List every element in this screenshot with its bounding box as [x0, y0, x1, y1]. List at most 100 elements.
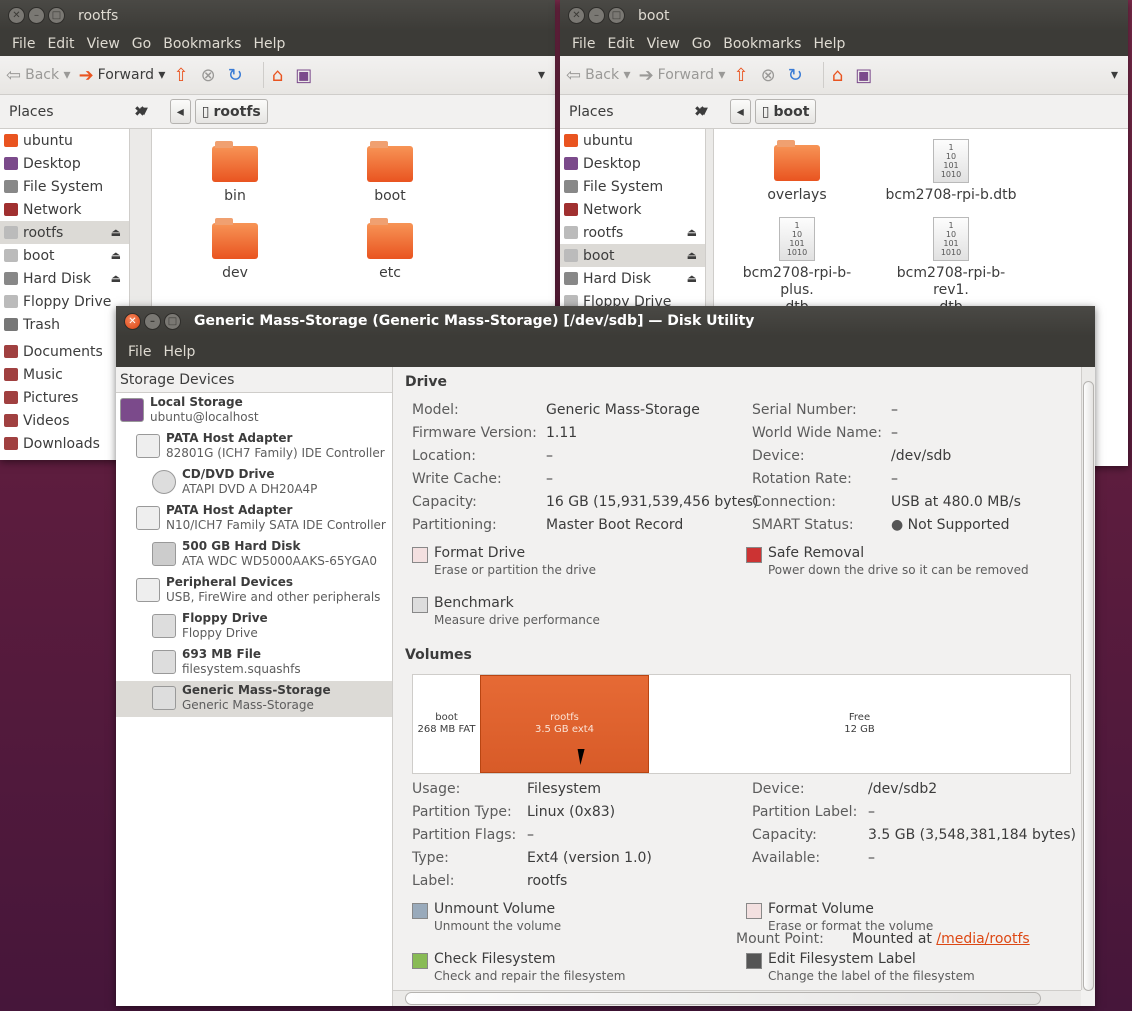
- path-back-button[interactable]: ◂: [169, 99, 191, 124]
- sidebar-item[interactable]: Downloads: [0, 432, 129, 455]
- sidebar-item[interactable]: Trash: [0, 313, 129, 336]
- forward-button[interactable]: ➔ Forward ▾: [639, 65, 726, 86]
- sidebar-item[interactable]: Hard Disk ⏏: [0, 267, 129, 290]
- file-item[interactable]: 1101011010bcm2708-rpi-b-rev1. dtb: [881, 217, 1021, 316]
- sidebar-item[interactable]: Floppy Drive: [0, 290, 129, 313]
- sidebar-item[interactable]: Network: [560, 198, 705, 221]
- close-icon[interactable]: ✕: [124, 312, 141, 330]
- sidebar-item[interactable]: File System: [560, 175, 705, 198]
- menu-item[interactable]: Go: [126, 36, 157, 52]
- minimize-icon[interactable]: –: [588, 7, 605, 24]
- horizontal-scrollbar[interactable]: [393, 990, 1081, 1006]
- sidebar-item[interactable]: boot ⏏: [0, 244, 129, 267]
- close-icon[interactable]: ✕: [568, 7, 585, 24]
- close-sidebar-icon[interactable]: ✖: [134, 104, 146, 120]
- file-item[interactable]: 1 10 101 1010 bcm2708-rpi-b.dtb: [881, 139, 1021, 204]
- eject-icon[interactable]: ⏏: [111, 226, 121, 239]
- format-drive-button[interactable]: Format Drive Erase or partition the drive: [412, 545, 596, 578]
- maximize-icon[interactable]: □: [48, 7, 65, 24]
- reload-button[interactable]: ↻: [788, 65, 807, 86]
- device-item[interactable]: PATA Host Adapter N10/ICH7 Family SATA ID…: [116, 501, 392, 537]
- sidebar-item[interactable]: Hard Disk ⏏: [560, 267, 705, 290]
- menu-item[interactable]: Edit: [601, 36, 640, 52]
- format-volume-button[interactable]: Format Volume Erase or format the volume: [746, 901, 933, 934]
- home-button[interactable]: ⌂: [832, 65, 847, 86]
- sidebar-item[interactable]: rootfs ⏏: [560, 221, 705, 244]
- menu-item[interactable]: Edit: [41, 36, 80, 52]
- sidebar-item[interactable]: rootfs ⏏: [0, 221, 129, 244]
- back-button[interactable]: ⇦ Back ▾: [6, 65, 71, 86]
- eject-icon[interactable]: ⏏: [687, 249, 697, 262]
- stop-button[interactable]: ⊗: [201, 65, 220, 86]
- menu-item[interactable]: File: [566, 36, 601, 52]
- places-selector[interactable]: Places ▼: [4, 104, 154, 120]
- device-item[interactable]: Floppy Drive Floppy Drive: [116, 609, 392, 645]
- file-item[interactable]: 1101011010bcm2708-rpi-b-plus. dtb: [727, 217, 867, 316]
- device-item[interactable]: CD/DVD Drive ATAPI DVD A DH20A4P: [116, 465, 392, 501]
- path-button-boot[interactable]: ▯ boot: [754, 99, 817, 124]
- menu-item[interactable]: Help: [247, 36, 291, 52]
- computer-button[interactable]: ▣: [295, 65, 316, 86]
- eject-icon[interactable]: ⏏: [687, 226, 697, 239]
- edit-filesystem-label-button[interactable]: Edit Filesystem Label Change the label of…: [746, 951, 975, 984]
- sidebar-item[interactable]: ubuntu: [0, 129, 129, 152]
- close-sidebar-icon[interactable]: ✖: [694, 104, 706, 120]
- menu-item[interactable]: Help: [807, 36, 851, 52]
- maximize-icon[interactable]: □: [608, 7, 625, 24]
- back-button[interactable]: ⇦ Back ▾: [566, 65, 631, 86]
- menu-item[interactable]: Bookmarks: [157, 36, 247, 52]
- sidebar-item[interactable]: Music: [0, 363, 129, 386]
- minimize-icon[interactable]: –: [28, 7, 45, 24]
- stop-button[interactable]: ⊗: [761, 65, 780, 86]
- device-item[interactable]: PATA Host Adapter 82801G (ICH7 Family) ID…: [116, 429, 392, 465]
- forward-button[interactable]: ➔ Forward ▾: [79, 65, 166, 86]
- path-button-rootfs[interactable]: ▯ rootfs: [194, 99, 268, 124]
- eject-icon[interactable]: ⏏: [111, 249, 121, 262]
- safe-removal-button[interactable]: Safe Removal Power down the drive so it c…: [746, 545, 1029, 578]
- menu-item[interactable]: Go: [686, 36, 717, 52]
- menu-item[interactable]: Help: [157, 344, 201, 360]
- scrollbar-thumb[interactable]: [1083, 381, 1094, 991]
- computer-button[interactable]: ▣: [855, 65, 876, 86]
- file-item[interactable]: bin: [165, 141, 305, 204]
- sidebar-item[interactable]: Videos: [0, 409, 129, 432]
- benchmark-button[interactable]: Benchmark Measure drive performance: [412, 595, 600, 628]
- unmount-volume-button[interactable]: Unmount Volume Unmount the volume: [412, 901, 561, 934]
- up-button[interactable]: ⇧: [733, 65, 752, 86]
- toolbar-overflow-button[interactable]: ▾: [1111, 67, 1118, 83]
- vertical-scrollbar[interactable]: [1081, 367, 1095, 991]
- sidebar-item[interactable]: Network: [0, 198, 129, 221]
- up-button[interactable]: ⇧: [173, 65, 192, 86]
- device-item[interactable]: 693 MB File filesystem.squashfs: [116, 645, 392, 681]
- menu-item[interactable]: View: [81, 36, 126, 52]
- scrollbar-thumb[interactable]: [405, 992, 1041, 1005]
- file-item[interactable]: boot: [320, 141, 460, 204]
- menu-item[interactable]: Bookmarks: [717, 36, 807, 52]
- menu-item[interactable]: File: [122, 344, 157, 360]
- sidebar-item[interactable]: Pictures: [0, 386, 129, 409]
- mount-point-link[interactable]: /media/rootfs: [936, 931, 1029, 947]
- file-item[interactable]: etc: [320, 218, 460, 281]
- volume-rootfs[interactable]: rootfs 3.5 GB ext4: [480, 675, 649, 773]
- device-item[interactable]: Peripheral Devices USB, FireWire and othe…: [116, 573, 392, 609]
- volume-boot[interactable]: boot 268 MB FAT: [413, 675, 480, 773]
- sidebar-item[interactable]: ubuntu: [560, 129, 705, 152]
- places-selector[interactable]: Places ▼: [564, 104, 714, 120]
- sidebar-item[interactable]: File System: [0, 175, 129, 198]
- minimize-icon[interactable]: –: [144, 312, 161, 330]
- device-item[interactable]: 500 GB Hard Disk ATA WDC WD5000AAKS-65YGA…: [116, 537, 392, 573]
- device-item[interactable]: Local Storage ubuntu@localhost: [116, 393, 392, 429]
- file-item[interactable]: overlays: [727, 140, 867, 204]
- eject-icon[interactable]: ⏏: [687, 272, 697, 285]
- file-item[interactable]: dev: [165, 218, 305, 281]
- home-button[interactable]: ⌂: [272, 65, 287, 86]
- menu-item[interactable]: File: [6, 36, 41, 52]
- sidebar-item[interactable]: boot ⏏: [560, 244, 705, 267]
- close-icon[interactable]: ✕: [8, 7, 25, 24]
- path-back-button[interactable]: ◂: [729, 99, 751, 124]
- toolbar-overflow-button[interactable]: ▾: [538, 67, 545, 83]
- volume-free[interactable]: Free 12 GB: [649, 675, 1070, 773]
- sidebar-item[interactable]: Desktop: [560, 152, 705, 175]
- device-item[interactable]: Generic Mass-Storage Generic Mass-Storage: [116, 681, 392, 717]
- sidebar-item[interactable]: Documents: [0, 340, 129, 363]
